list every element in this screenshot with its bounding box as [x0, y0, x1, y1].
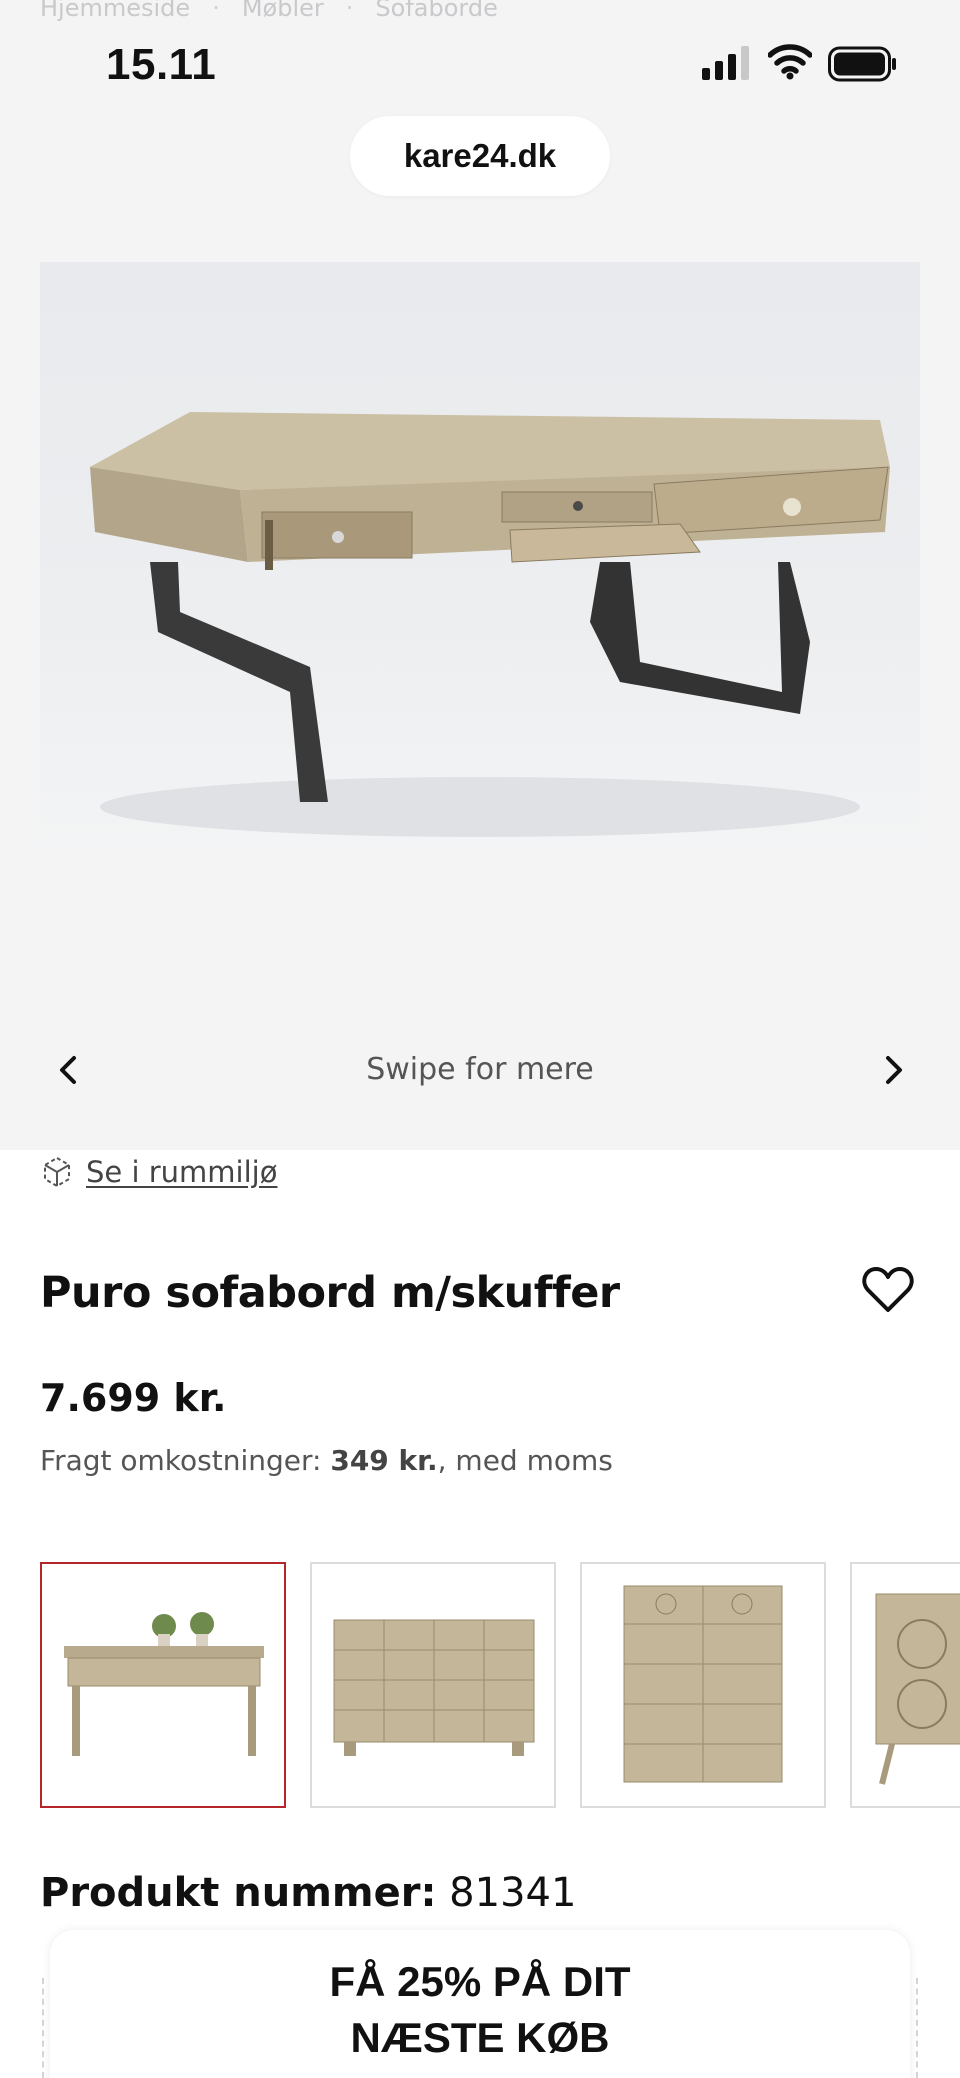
- related-product-thumbnail[interactable]: [850, 1562, 960, 1808]
- status-time: 15.11: [106, 40, 217, 89]
- breadcrumb-home[interactable]: Hjemmeside: [40, 0, 190, 22]
- breadcrumb-separator: ·: [212, 0, 220, 22]
- promo-banner[interactable]: FÅ 25% PÅ DIT NÆSTE KØB: [50, 1930, 910, 2078]
- related-product-thumbnail[interactable]: [310, 1562, 556, 1808]
- desk-with-plants-image: [64, 1612, 264, 1756]
- breadcrumb-coffee-tables[interactable]: Sofaborde: [375, 0, 497, 22]
- product-image[interactable]: [40, 262, 920, 848]
- chest-of-drawers-tall-image: [623, 1585, 783, 1783]
- gallery-navigation: Swipe for mere: [0, 1040, 960, 1100]
- cellular-signal-icon: [702, 46, 749, 80]
- shipping-cost: 349 kr.: [330, 1444, 438, 1477]
- wifi-icon: [768, 44, 812, 80]
- product-number-value: 81341: [449, 1870, 577, 1916]
- url-text: kare24.dk: [403, 137, 557, 174]
- status-bar: 15.11: [0, 32, 960, 96]
- related-product-thumbnail[interactable]: [580, 1562, 826, 1808]
- shipping-info: Fragt omkostninger: 349 kr., med moms: [40, 1444, 613, 1477]
- chest-of-drawers-wide-image: [333, 1619, 535, 1756]
- promo-line-2: NÆSTE KØB: [350, 2014, 610, 2061]
- breadcrumb: Hjemmeside · Møbler · Sofaborde: [40, 0, 498, 22]
- product-number: Produkt nummer: 81341: [40, 1870, 576, 1916]
- promo-line-1: FÅ 25% PÅ DIT: [329, 1958, 631, 2005]
- related-product-thumbnail[interactable]: [40, 1562, 286, 1808]
- ar-cube-icon: [44, 1156, 70, 1188]
- coupon-border-right: [916, 1978, 918, 2078]
- breadcrumb-separator: ·: [345, 0, 354, 22]
- coupon-border-left: [42, 1978, 44, 2078]
- swipe-hint: Swipe for mere: [366, 1052, 594, 1087]
- product-number-label: Produkt nummer:: [40, 1870, 437, 1916]
- url-bar[interactable]: kare24.dk: [350, 116, 610, 196]
- chevron-right-icon[interactable]: [870, 1048, 914, 1092]
- view-in-room-label: Se i rummiljø: [86, 1155, 278, 1189]
- related-products-carousel: [40, 1562, 960, 1810]
- view-in-room-link[interactable]: Se i rummiljø: [40, 1152, 277, 1192]
- battery-icon: [828, 46, 896, 82]
- cabinet-carved-image: [875, 1593, 960, 1785]
- product-title: Puro sofabord m/skuffer: [40, 1268, 620, 1318]
- heart-icon[interactable]: [862, 1266, 914, 1314]
- shipping-suffix: , med moms: [437, 1444, 613, 1477]
- coffee-table-image: [90, 412, 890, 837]
- breadcrumb-furniture[interactable]: Møbler: [242, 0, 324, 22]
- product-price: 7.699 kr.: [40, 1376, 227, 1420]
- shipping-label: Fragt omkostninger:: [40, 1444, 322, 1477]
